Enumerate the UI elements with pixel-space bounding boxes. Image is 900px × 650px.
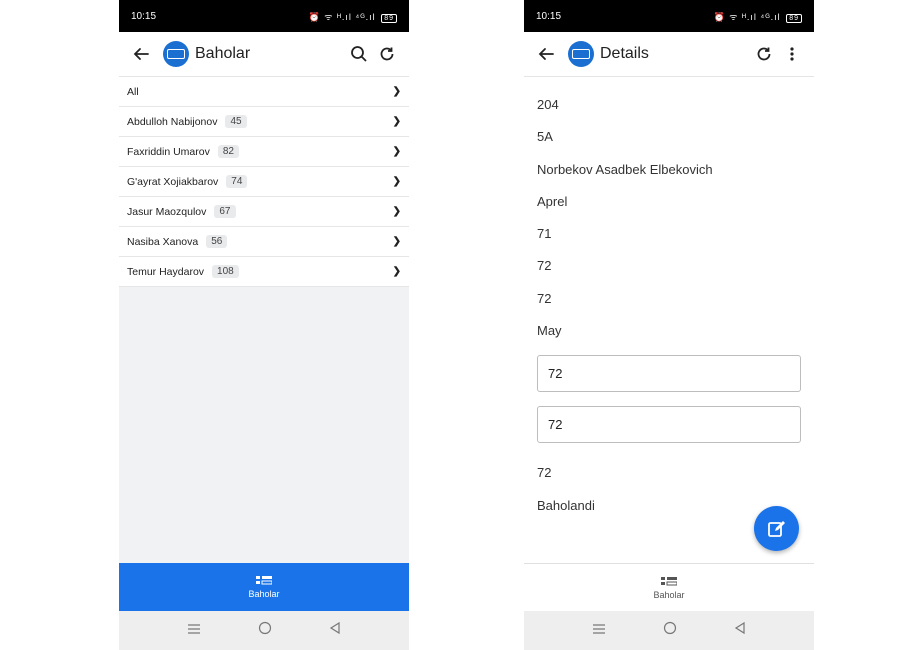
count-badge: 108 [212, 265, 239, 278]
status-icons: ⏰ ᯤ ᴴ.ıl ⁴ᴳ.ıl 89 [309, 10, 397, 23]
chevron-right-icon: ❯ [392, 116, 401, 127]
detail-value: 72 [537, 290, 552, 306]
list-item[interactable]: Abdulloh Nabijonov 45 ❯ [119, 107, 409, 137]
home-icon[interactable] [663, 621, 677, 640]
school-logo-icon [163, 41, 189, 67]
list-item-all[interactable]: All ❯ [119, 77, 409, 107]
grade-input-1[interactable]: 72 [537, 355, 801, 393]
chevron-right-icon: ❯ [392, 146, 401, 157]
detail-room: 204 [537, 97, 559, 112]
list-item[interactable]: Jasur Maozqulov 67 ❯ [119, 197, 409, 227]
detail-student-name: Norbekov Asadbek Elbekovich [537, 161, 713, 177]
list-item[interactable]: Nasiba Xanova 56 ❯ [119, 227, 409, 257]
list-item[interactable]: G'ayrat Xojiakbarov 74 ❯ [119, 167, 409, 197]
chevron-right-icon: ❯ [392, 86, 401, 97]
count-badge: 74 [226, 175, 248, 188]
details-panel: 204 5A Norbekov Asadbek Elbekovich Aprel… [524, 77, 814, 534]
page-title: Baholar [195, 45, 251, 62]
system-nav-bar [119, 611, 409, 650]
system-nav-bar [524, 611, 814, 650]
detail-class: 5A [537, 129, 553, 145]
search-icon[interactable] [345, 40, 373, 68]
details-screen: 10:15 ⏰ ᯤ ᴴ.ıl ⁴ᴳ.ıl 89 Details 204 5A N… [524, 0, 814, 650]
list-item[interactable]: Faxriddin Umarov 82 ❯ [119, 137, 409, 167]
detail-value: 72 [537, 465, 552, 481]
refresh-icon[interactable] [750, 40, 778, 68]
status-icons: ⏰ ᯤ ᴴ.ıl ⁴ᴳ.ıl 89 [714, 10, 802, 23]
edit-icon [767, 520, 785, 537]
chevron-right-icon: ❯ [392, 236, 401, 247]
grades-list-icon [256, 576, 272, 585]
app-bar: Details [524, 32, 814, 77]
student-list: All ❯ Abdulloh Nabijonov 45 ❯ Faxriddin … [119, 77, 409, 287]
chevron-right-icon: ❯ [392, 206, 401, 217]
detail-month: Aprel [537, 193, 568, 209]
menu-icon[interactable] [187, 622, 201, 640]
grade-input-2[interactable]: 72 [537, 406, 801, 444]
status-time: 10:15 [536, 10, 562, 22]
count-badge: 45 [225, 115, 247, 128]
battery-icon: 89 [786, 13, 802, 23]
chevron-right-icon: ❯ [392, 266, 401, 277]
back-icon[interactable] [329, 621, 341, 640]
home-icon[interactable] [258, 621, 272, 640]
list-item[interactable]: Temur Haydarov 108 ❯ [119, 257, 409, 287]
page-title: Details [600, 45, 649, 62]
count-badge: 56 [206, 235, 228, 248]
battery-icon: 89 [381, 13, 397, 23]
count-badge: 67 [214, 205, 236, 218]
bottom-nav-baholar[interactable]: Baholar [524, 563, 814, 612]
school-logo-icon [568, 41, 594, 67]
back-icon[interactable] [734, 621, 746, 640]
bottom-nav-label: Baholar [653, 590, 685, 600]
edit-fab-button[interactable] [754, 506, 799, 551]
grades-list-icon [661, 577, 677, 586]
app-bar: Baholar [119, 32, 409, 77]
baholar-screen: 10:15 ⏰ ᯤ ᴴ.ıl ⁴ᴳ.ıl 89 Baholar All ❯ Ab… [119, 0, 409, 650]
more-vert-icon[interactable] [778, 40, 806, 68]
detail-value: 71 [537, 226, 552, 242]
detail-month: May [537, 323, 562, 339]
status-bar: 10:15 ⏰ ᯤ ᴴ.ıl ⁴ᴳ.ıl 89 [524, 0, 814, 32]
menu-icon[interactable] [592, 622, 606, 640]
bottom-nav-label: Baholar [248, 589, 280, 599]
back-arrow-icon[interactable] [532, 40, 560, 68]
status-bar: 10:15 ⏰ ᯤ ᴴ.ıl ⁴ᴳ.ıl 89 [119, 0, 409, 32]
bottom-nav-baholar[interactable]: Baholar [119, 563, 409, 611]
refresh-icon[interactable] [373, 40, 401, 68]
back-arrow-icon[interactable] [127, 40, 155, 68]
chevron-right-icon: ❯ [392, 176, 401, 187]
detail-value: 72 [537, 258, 552, 274]
status-time: 10:15 [131, 10, 157, 22]
count-badge: 82 [217, 145, 239, 158]
